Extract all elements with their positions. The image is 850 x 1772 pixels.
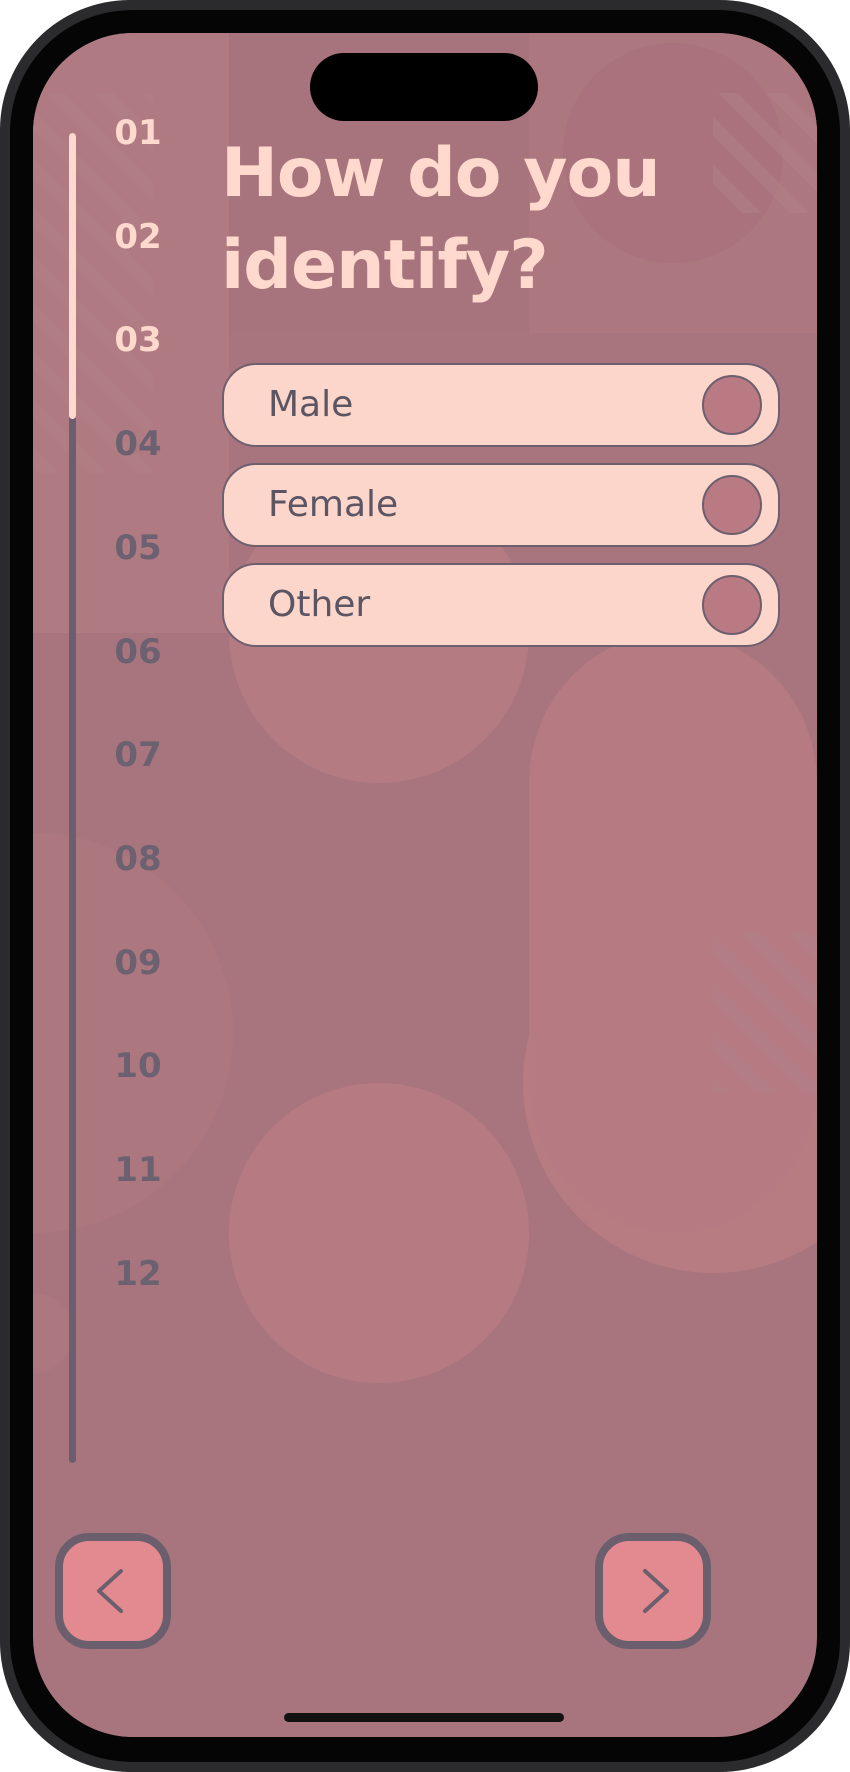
app-screen: 01 02 03 04 05 06 07 08 09 10 11 12 How do you iden… bbox=[33, 33, 817, 1737]
option-label: Female bbox=[268, 484, 399, 525]
question-title-line1: How do you bbox=[221, 134, 661, 213]
option-female[interactable]: Female bbox=[222, 463, 780, 547]
step-number: 03 bbox=[114, 320, 162, 360]
option-label: Other bbox=[268, 584, 371, 625]
option-label: Male bbox=[268, 384, 354, 425]
radio-button[interactable] bbox=[702, 375, 762, 435]
next-button[interactable] bbox=[595, 1533, 711, 1649]
step-number: 07 bbox=[114, 735, 162, 775]
step-number: 06 bbox=[114, 632, 162, 672]
option-other[interactable]: Other bbox=[222, 563, 780, 647]
phone-frame: 01 02 03 04 05 06 07 08 09 10 11 12 How do you iden… bbox=[0, 0, 850, 1772]
option-male[interactable]: Male bbox=[222, 363, 780, 447]
step-number: 04 bbox=[114, 424, 162, 464]
home-indicator bbox=[284, 1713, 564, 1722]
step-number: 12 bbox=[114, 1254, 162, 1294]
question-title-line2: identify? bbox=[221, 226, 549, 305]
radio-button[interactable] bbox=[702, 475, 762, 535]
chevron-left-icon bbox=[97, 1569, 123, 1613]
progress-fill bbox=[69, 133, 76, 419]
radio-button[interactable] bbox=[702, 575, 762, 635]
step-number: 02 bbox=[114, 217, 162, 257]
step-number: 01 bbox=[114, 113, 162, 153]
dynamic-island bbox=[310, 53, 538, 121]
chevron-right-icon bbox=[643, 1569, 669, 1613]
progress-track bbox=[69, 133, 76, 1463]
back-button[interactable] bbox=[55, 1533, 171, 1649]
question-title: How do you identify? bbox=[221, 128, 781, 312]
step-number: 11 bbox=[114, 1150, 162, 1190]
step-number: 05 bbox=[114, 528, 162, 568]
step-number: 10 bbox=[114, 1046, 162, 1086]
step-number: 09 bbox=[114, 943, 162, 983]
step-number: 08 bbox=[114, 839, 162, 879]
